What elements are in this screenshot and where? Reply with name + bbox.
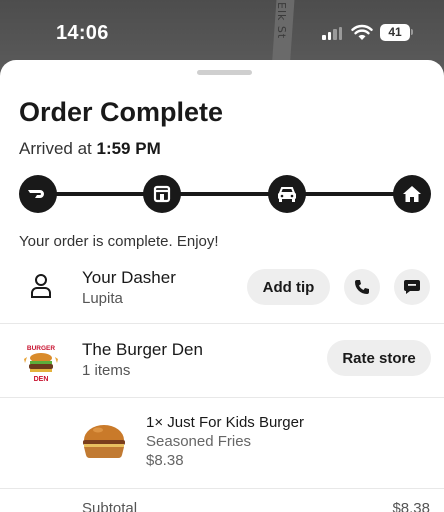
phone-icon[interactable] [344, 269, 380, 305]
page-title: Order Complete [19, 97, 224, 127]
order-item: 1× Just For Kids Burger Seasoned Fries $… [0, 400, 444, 490]
store-icon [143, 175, 181, 213]
svg-text:DEN: DEN [34, 376, 49, 383]
arrived-time: 1:59 PM [96, 139, 161, 158]
status-time: 14:06 [56, 22, 109, 44]
progress-line [37, 192, 413, 196]
add-tip-button[interactable]: Add tip [247, 269, 330, 305]
dasher-row: Your Dasher Lupita Add tip [0, 260, 444, 320]
subtotal-value: $8.38 [392, 500, 430, 512]
wifi-icon [351, 24, 373, 40]
burger-image [83, 425, 125, 459]
dasher-label: Your Dasher [82, 268, 176, 287]
status-bar: 14:06 41 [0, 0, 444, 64]
car-icon [268, 175, 306, 213]
delivery-progress-tracker [19, 175, 431, 213]
arrival-time-text: Arrived at 1:59 PM [19, 139, 161, 159]
divider [0, 488, 444, 489]
store-logo: BURGER DEN [18, 339, 64, 385]
rate-store-button[interactable]: Rate store [327, 340, 431, 376]
store-row[interactable]: BURGER DEN The Burger Den 1 items Rate s… [0, 324, 444, 398]
order-complete-message: Your order is complete. Enjoy! [19, 233, 219, 250]
cellular-signal-icon [322, 27, 342, 40]
svg-text:BURGER: BURGER [27, 345, 55, 352]
dasher-logo-icon [19, 175, 57, 213]
order-sheet: Order Complete Arrived at 1:59 PM Your o… [0, 60, 444, 512]
battery-icon: 41 [380, 24, 410, 41]
battery-nub [411, 29, 413, 35]
store-name: The Burger Den [82, 340, 203, 359]
item-price: $8.38 [146, 452, 184, 469]
sheet-drag-handle[interactable] [197, 70, 252, 75]
item-option: Seasoned Fries [146, 433, 252, 450]
arrived-prefix: Arrived at [19, 139, 92, 158]
home-icon [393, 175, 431, 213]
person-icon [31, 274, 51, 298]
chat-icon[interactable] [394, 269, 430, 305]
subtotal-label: Subtotal [82, 500, 138, 512]
divider [0, 397, 444, 398]
store-items-count: 1 items [82, 362, 131, 379]
item-title: 1× Just For Kids Burger [146, 414, 304, 431]
dasher-name: Lupita [82, 290, 123, 307]
